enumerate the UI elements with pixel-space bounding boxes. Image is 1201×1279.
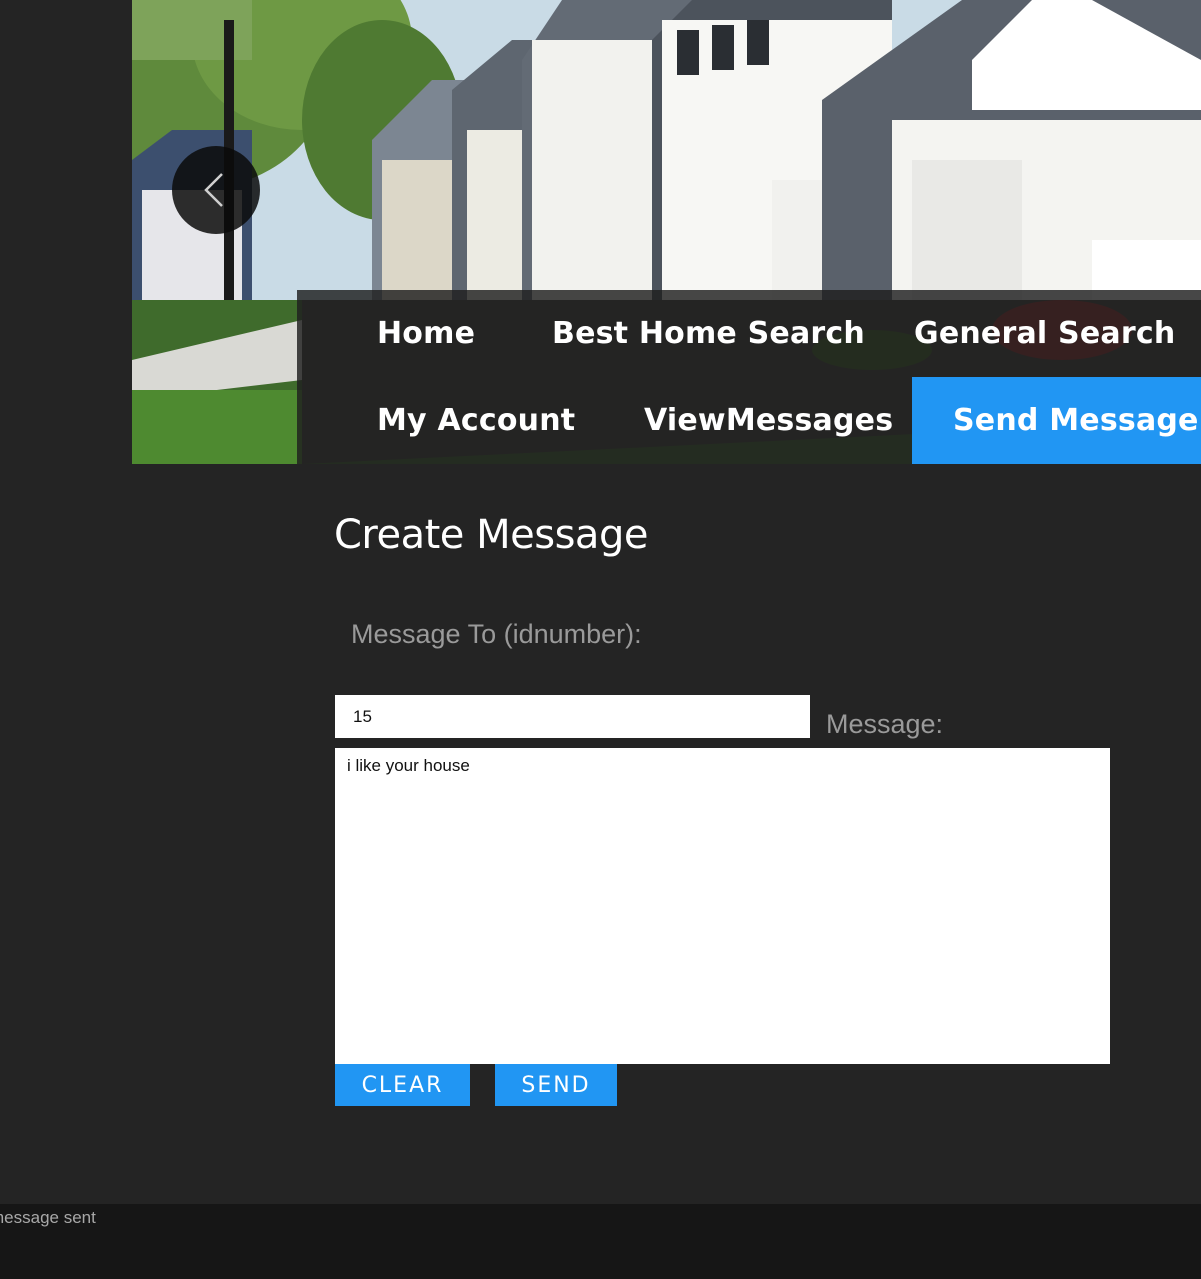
nav-general-search[interactable]: General Search — [914, 290, 1175, 377]
nav-home[interactable]: Home — [377, 290, 475, 377]
clear-button[interactable]: CLEAR — [335, 1064, 470, 1106]
nav-best-home-search[interactable]: Best Home Search — [552, 290, 865, 377]
carousel-prev-button[interactable] — [172, 146, 260, 234]
main-nav: Home Best Home Search General Search My … — [297, 290, 1201, 464]
send-button[interactable]: SEND — [495, 1064, 617, 1106]
message-textarea[interactable]: i like your house — [335, 748, 1110, 1064]
message-to-input[interactable] — [335, 695, 810, 738]
nav-my-account[interactable]: My Account — [377, 377, 575, 464]
hero-banner: Home Best Home Search General Search My … — [132, 0, 1201, 464]
chevron-left-icon — [204, 173, 223, 207]
status-message: message sent — [0, 1208, 96, 1228]
message-label: Message: — [826, 709, 944, 739]
nav-view-messages[interactable]: ViewMessages — [644, 377, 893, 464]
message-to-label: Message To (idnumber): — [351, 619, 642, 649]
nav-send-message[interactable]: Send Message — [912, 377, 1201, 464]
page: Home Best Home Search General Search My … — [0, 0, 1201, 1279]
footer — [0, 1204, 1201, 1279]
page-title: Create Message — [334, 512, 648, 558]
status-message-text: message sent — [0, 1208, 96, 1227]
